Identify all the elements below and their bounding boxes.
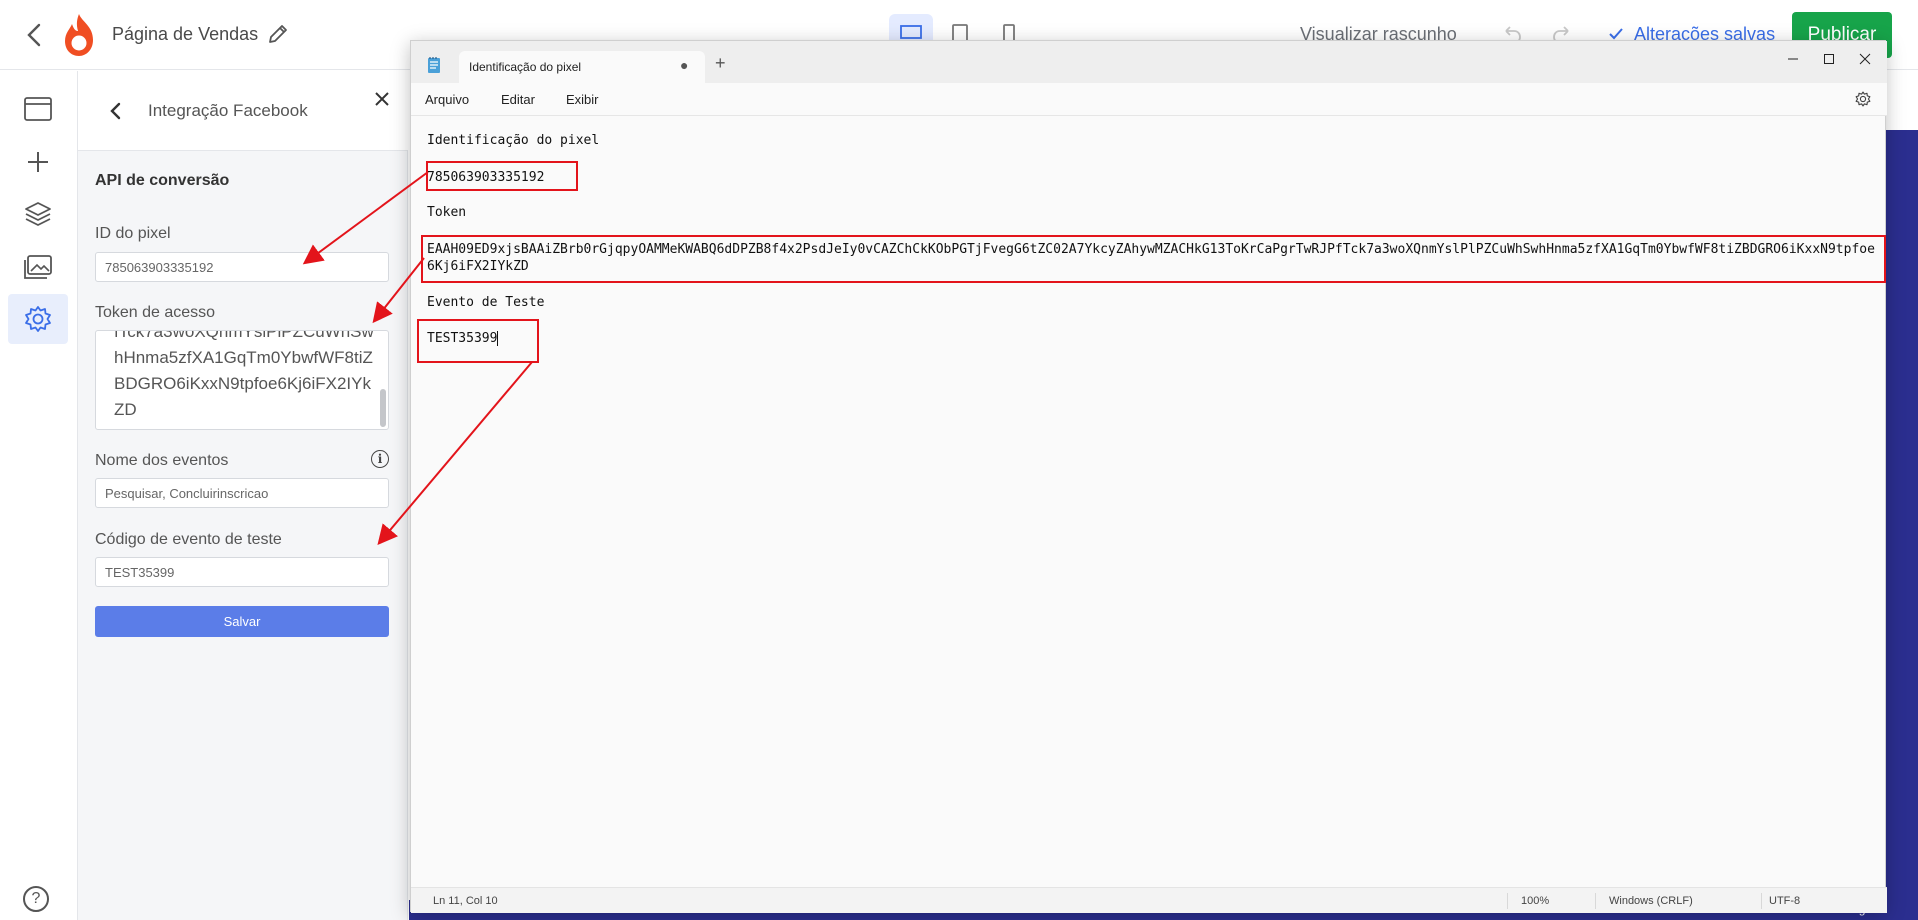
menu-edit[interactable]: Editar xyxy=(501,92,535,107)
pixel-id-label: ID do pixel xyxy=(95,225,171,242)
close-icon xyxy=(1859,53,1871,65)
pixel-id-value: 785063903335192 xyxy=(105,259,214,275)
test-code-input[interactable]: TEST35399 xyxy=(95,557,389,587)
event-names-input[interactable]: Pesquisar, Concluirinscricao xyxy=(95,478,389,508)
pixel-id-highlight xyxy=(426,161,578,191)
maximize-button[interactable] xyxy=(1809,45,1849,73)
integration-panel: Integração Facebook API de conversão ID … xyxy=(78,71,408,920)
save-button[interactable]: Salvar xyxy=(95,606,389,637)
notepad-tab[interactable]: Identificação do pixel ● xyxy=(459,51,705,83)
textarea-scrollbar[interactable] xyxy=(380,389,386,427)
notepad-tab-bar: Identificação do pixel ● + xyxy=(411,41,1887,83)
add-element-button[interactable] xyxy=(8,137,68,187)
notepad-text-area[interactable]: Identificação do pixel 785063903335192 T… xyxy=(411,117,1887,887)
line-test-label: Evento de Teste xyxy=(427,295,545,310)
notepad-menu-bar: Arquivo Editar Exibir xyxy=(411,83,1887,116)
status-divider xyxy=(1595,893,1596,909)
line-token-label: Token xyxy=(427,205,467,220)
line-heading: Identificação do pixel xyxy=(427,133,600,148)
status-divider xyxy=(1507,893,1508,909)
menu-view[interactable]: Exibir xyxy=(566,92,599,107)
edit-pencil-icon[interactable] xyxy=(266,22,290,46)
panel-title: Integração Facebook xyxy=(148,101,308,120)
settings-button[interactable] xyxy=(8,294,68,344)
token-highlight xyxy=(421,235,1886,283)
test-code-highlight xyxy=(417,319,539,363)
new-tab-button[interactable]: + xyxy=(715,53,726,74)
page-title: Página de Vendas xyxy=(112,24,259,44)
pixel-id-input[interactable]: 785063903335192 xyxy=(95,252,389,282)
layers-icon xyxy=(25,202,51,226)
close-icon[interactable] xyxy=(374,87,390,113)
image-gallery-icon xyxy=(24,255,52,279)
info-icon[interactable]: i xyxy=(371,450,389,468)
event-names-placeholder: Pesquisar, Concluirinscricao xyxy=(105,485,269,501)
section-title: API de conversão xyxy=(95,172,230,189)
notepad-status-bar: Ln 11, Col 10 100% Windows (CRLF) UTF-8 xyxy=(411,887,1887,913)
notepad-window: Identificação do pixel ● + Arquivo Edita… xyxy=(410,40,1887,913)
gear-icon xyxy=(25,306,51,332)
layout-tool-button[interactable] xyxy=(8,84,68,134)
notepad-tab-title: Identificação do pixel xyxy=(469,60,582,74)
notepad-app-icon xyxy=(427,56,441,74)
window-close-button[interactable] xyxy=(1845,45,1885,73)
browser-window-icon xyxy=(24,97,52,121)
unsaved-dot-icon[interactable]: ● xyxy=(680,57,688,73)
layers-button[interactable] xyxy=(8,189,68,239)
access-token-value: fTck7a3woXQnmYslPlPZCuWhSwhHnma5zfXA1GqT… xyxy=(114,330,374,419)
notepad-settings-icon[interactable] xyxy=(1855,91,1871,107)
panel-header: Integração Facebook xyxy=(78,71,408,151)
back-icon[interactable] xyxy=(24,22,48,48)
test-code-value: TEST35399 xyxy=(105,564,175,580)
encoding[interactable]: UTF-8 xyxy=(1769,895,1800,907)
status-divider xyxy=(1761,893,1762,909)
panel-back-icon[interactable] xyxy=(106,99,126,123)
hotmart-flame-logo-icon xyxy=(60,12,98,58)
test-code-label: Código de evento de teste xyxy=(95,531,282,548)
maximize-icon xyxy=(1824,54,1834,64)
tools-sidebar xyxy=(0,71,78,920)
event-names-label: Nome dos eventos xyxy=(95,452,229,469)
minimize-icon xyxy=(1788,58,1798,60)
menu-file[interactable]: Arquivo xyxy=(425,92,469,107)
plus-icon xyxy=(28,152,48,172)
line-ending[interactable]: Windows (CRLF) xyxy=(1609,895,1693,907)
minimize-button[interactable] xyxy=(1773,45,1813,73)
access-token-label: Token de acesso xyxy=(95,304,216,321)
access-token-textarea[interactable]: fTck7a3woXQnmYslPlPZCuWhSwhHnma5zfXA1GqT… xyxy=(95,330,389,430)
help-icon[interactable]: ? xyxy=(23,886,49,912)
media-button[interactable] xyxy=(8,242,68,292)
zoom-level[interactable]: 100% xyxy=(1521,895,1549,907)
cursor-position: Ln 11, Col 10 xyxy=(433,895,498,907)
